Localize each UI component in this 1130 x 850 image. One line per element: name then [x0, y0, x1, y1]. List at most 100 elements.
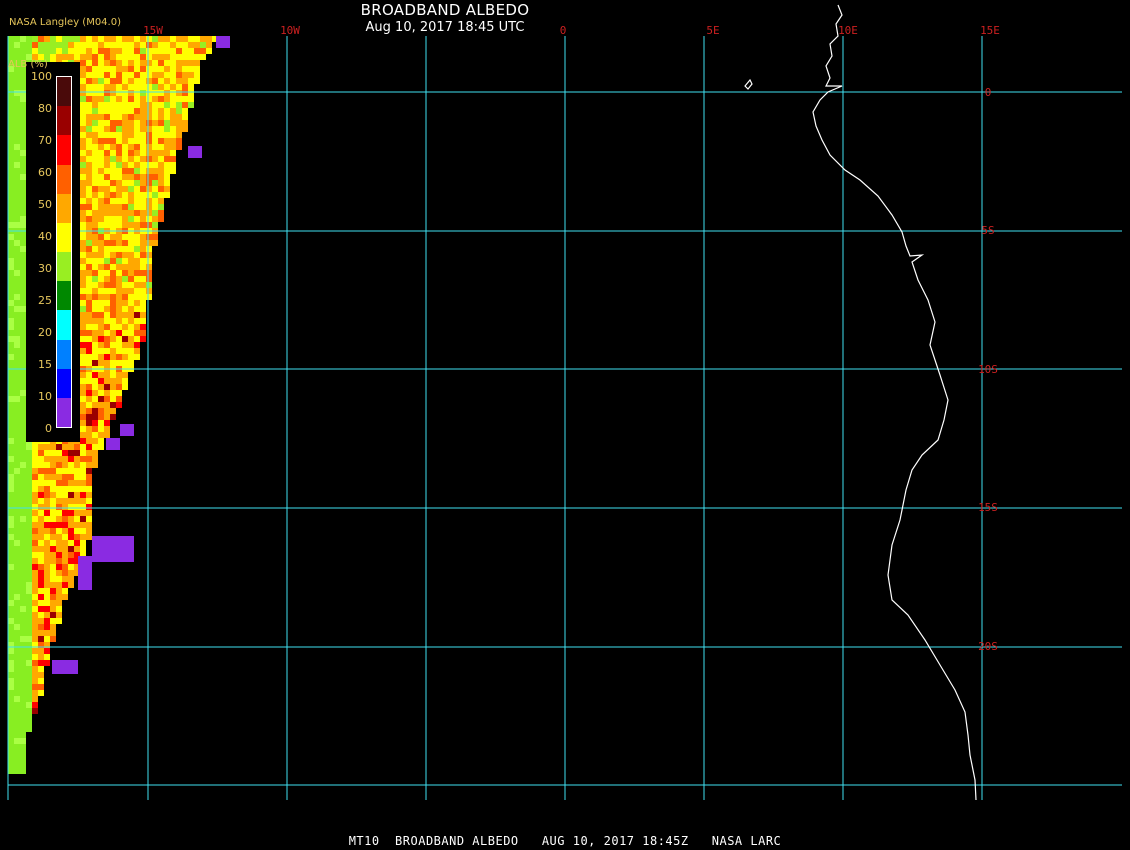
albedo-pixel: [92, 222, 98, 228]
latitude-label: 15S: [978, 501, 998, 514]
albedo-pixel: [8, 468, 14, 474]
albedo-pixel: [104, 120, 110, 126]
albedo-pixel: [86, 42, 92, 48]
albedo-pixel: [176, 114, 182, 120]
albedo-pixel: [8, 624, 14, 630]
albedo-pixel: [188, 42, 194, 48]
albedo-pixel: [38, 630, 44, 636]
albedo-pixel: [188, 78, 194, 84]
albedo-pixel: [86, 108, 92, 114]
albedo-pixel: [8, 102, 14, 108]
albedo-pixel: [110, 36, 116, 42]
albedo-pixel: [134, 258, 140, 264]
albedo-pixel: [164, 156, 170, 162]
albedo-pixel: [44, 630, 50, 636]
albedo-pixel: [8, 540, 14, 546]
albedo-pixel: [116, 402, 122, 408]
albedo-pixel: [122, 174, 128, 180]
albedo-pixel: [152, 114, 158, 120]
albedo-pixel: [32, 660, 38, 666]
albedo-pixel: [8, 588, 14, 594]
albedo-pixel: [152, 90, 158, 96]
albedo-pixel: [98, 444, 104, 450]
albedo-pixel: [80, 264, 86, 270]
albedo-pixel: [50, 498, 56, 504]
albedo-pixel: [104, 354, 110, 360]
albedo-pixel: [194, 72, 200, 78]
albedo-pixel: [80, 540, 86, 546]
albedo-pixel: [44, 504, 50, 510]
albedo-pixel: [128, 270, 134, 276]
albedo-pixel: [152, 66, 158, 72]
albedo-pixel: [74, 48, 80, 54]
albedo-pixel: [128, 168, 134, 174]
albedo-pixel: [44, 534, 50, 540]
albedo-pixel: [92, 120, 98, 126]
albedo-pixel: [8, 84, 14, 90]
albedo-pixel: [56, 474, 62, 480]
albedo-pixel: [98, 102, 104, 108]
albedo-pixel: [80, 516, 86, 522]
albedo-pixel: [128, 90, 134, 96]
albedo-pixel: [8, 336, 14, 342]
albedo-pixel: [8, 294, 14, 300]
albedo-pixel: [158, 72, 164, 78]
albedo-pixel: [86, 78, 92, 84]
albedo-pixel: [146, 48, 152, 54]
albedo-pixel: [14, 270, 20, 276]
albedo-pixel: [8, 114, 14, 120]
albedo-pixel: [50, 456, 56, 462]
albedo-pixel: [128, 96, 134, 102]
albedo-pixel: [74, 486, 80, 492]
albedo-pixel: [56, 534, 62, 540]
albedo-pixel: [44, 654, 50, 660]
albedo-pixel: [116, 192, 122, 198]
albedo-pixel: [164, 180, 170, 186]
albedo-pixel: [134, 126, 140, 132]
albedo-pixel: [80, 120, 86, 126]
albedo-pixel: [188, 72, 194, 78]
albedo-pixel: [8, 378, 14, 384]
albedo-pixel: [122, 360, 128, 366]
albedo-pixel: [86, 90, 92, 96]
albedo-pixel: [92, 36, 98, 42]
albedo-pixel: [104, 192, 110, 198]
albedo-pixel: [86, 144, 92, 150]
albedo-pixel: [32, 696, 38, 702]
albedo-pixel: [146, 108, 152, 114]
albedo-pixel: [14, 156, 20, 162]
albedo-pixel: [200, 36, 206, 42]
albedo-pixel: [8, 552, 14, 558]
albedo-pixel: [104, 300, 110, 306]
albedo-pixel: [14, 294, 20, 300]
albedo-pixel: [110, 264, 116, 270]
albedo-pixel: [170, 78, 176, 84]
albedo-pixel: [104, 216, 110, 222]
albedo-pixel: [8, 312, 14, 318]
albedo-pixel: [110, 126, 116, 132]
albedo-pixel: [134, 132, 140, 138]
albedo-pixel: [86, 132, 92, 138]
albedo-pixel: [56, 492, 62, 498]
albedo-pixel: [14, 108, 20, 114]
albedo-pixel: [104, 258, 110, 264]
albedo-pixel: [14, 84, 20, 90]
albedo-pixel: [92, 198, 98, 204]
albedo-pixel: [110, 48, 116, 54]
albedo-pixel: [92, 288, 98, 294]
albedo-pixel: [14, 396, 20, 402]
albedo-pixel: [14, 348, 20, 354]
albedo-pixel: [134, 42, 140, 48]
albedo-pixel: [26, 702, 32, 708]
albedo-pixel: [68, 528, 74, 534]
albedo-pixel: [14, 660, 20, 666]
albedo-pixel: [14, 372, 20, 378]
albedo-pixel: [80, 288, 86, 294]
albedo-pixel: [182, 84, 188, 90]
albedo-pixel: [14, 564, 20, 570]
albedo-pixel: [104, 66, 110, 72]
albedo-pixel: [176, 102, 182, 108]
albedo-pixel: [110, 132, 116, 138]
albedo-pixel: [8, 576, 14, 582]
albedo-pixel: [140, 138, 146, 144]
